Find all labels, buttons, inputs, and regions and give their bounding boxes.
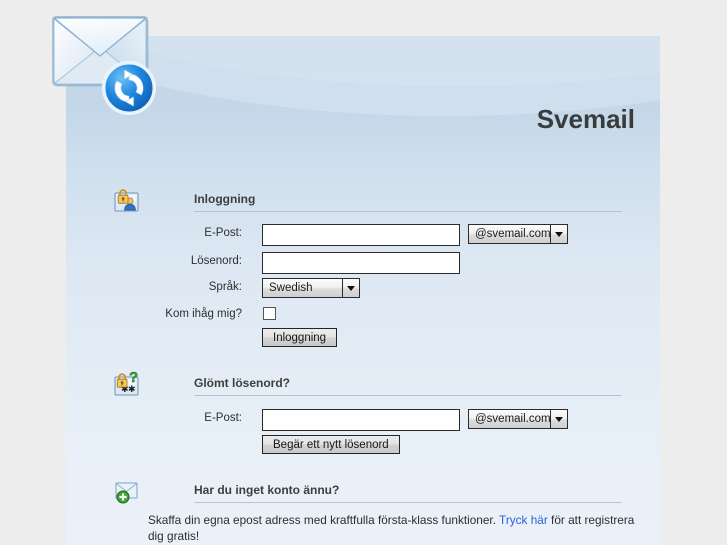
forgot-email-row: E-Post: @svemail.com xyxy=(112,409,572,433)
register-text-before: Skaffa din egna epost adress med kraftfu… xyxy=(148,513,500,527)
section-divider-register xyxy=(194,502,622,503)
request-new-password-button[interactable]: Begär ett nytt lösenord xyxy=(262,435,400,454)
login-password-row: Lösenord: xyxy=(112,252,572,276)
envelope-sync-icon xyxy=(46,8,171,123)
lock-user-card-icon xyxy=(112,186,142,214)
register-description: Skaffa din egna epost adress med kraftfu… xyxy=(148,512,638,544)
lock-question-card-icon: ✱ ✱ ? xyxy=(112,369,142,398)
language-value: Swedish xyxy=(269,282,313,294)
login-email-input[interactable] xyxy=(262,224,460,246)
section-header-forgot: ✱ ✱ ? Glömt lösenord? xyxy=(112,369,622,400)
login-email-label: E-Post: xyxy=(204,227,242,239)
forgot-domain-select[interactable]: @svemail.com xyxy=(468,409,568,429)
page-title: Svemail xyxy=(536,104,635,134)
remember-me-checkbox[interactable] xyxy=(263,307,276,320)
forgot-email-input[interactable] xyxy=(262,409,460,431)
forgot-email-label: E-Post: xyxy=(204,412,242,424)
register-link[interactable]: Tryck här xyxy=(499,513,548,527)
login-domain-value: @svemail.com xyxy=(475,228,550,240)
login-password-label: Lösenord: xyxy=(190,255,242,267)
section-header-register: Har du inget konto ännu? xyxy=(112,477,622,507)
chevron-down-icon[interactable] xyxy=(342,279,359,297)
login-submit-button[interactable]: Inloggning xyxy=(262,328,338,347)
section-header-login: Inloggning xyxy=(112,186,622,216)
envelope-plus-icon xyxy=(112,477,142,505)
login-language-row: Språk: Swedish xyxy=(112,278,572,302)
remember-me-label: Kom ihåg mig? xyxy=(165,308,242,320)
section-title-register: Har du inget konto ännu? xyxy=(194,483,340,497)
login-domain-select[interactable]: @svemail.com xyxy=(468,224,568,244)
login-email-row: E-Post: @svemail.com xyxy=(112,224,572,248)
section-title-login: Inloggning xyxy=(194,192,256,206)
forgot-domain-value: @svemail.com xyxy=(475,413,550,425)
section-title-forgot: Glömt lösenord? xyxy=(194,376,290,390)
svg-text:✱: ✱ xyxy=(128,385,136,395)
language-select[interactable]: Swedish xyxy=(262,278,360,298)
section-divider-forgot xyxy=(194,395,622,396)
chevron-down-icon[interactable] xyxy=(550,410,567,428)
login-password-input[interactable] xyxy=(262,252,460,274)
svg-text:?: ? xyxy=(129,370,138,386)
section-divider-login xyxy=(194,211,622,212)
remember-me-row: Kom ihåg mig? xyxy=(112,305,572,329)
login-language-label: Språk: xyxy=(208,281,242,293)
chevron-down-icon[interactable] xyxy=(550,225,567,243)
